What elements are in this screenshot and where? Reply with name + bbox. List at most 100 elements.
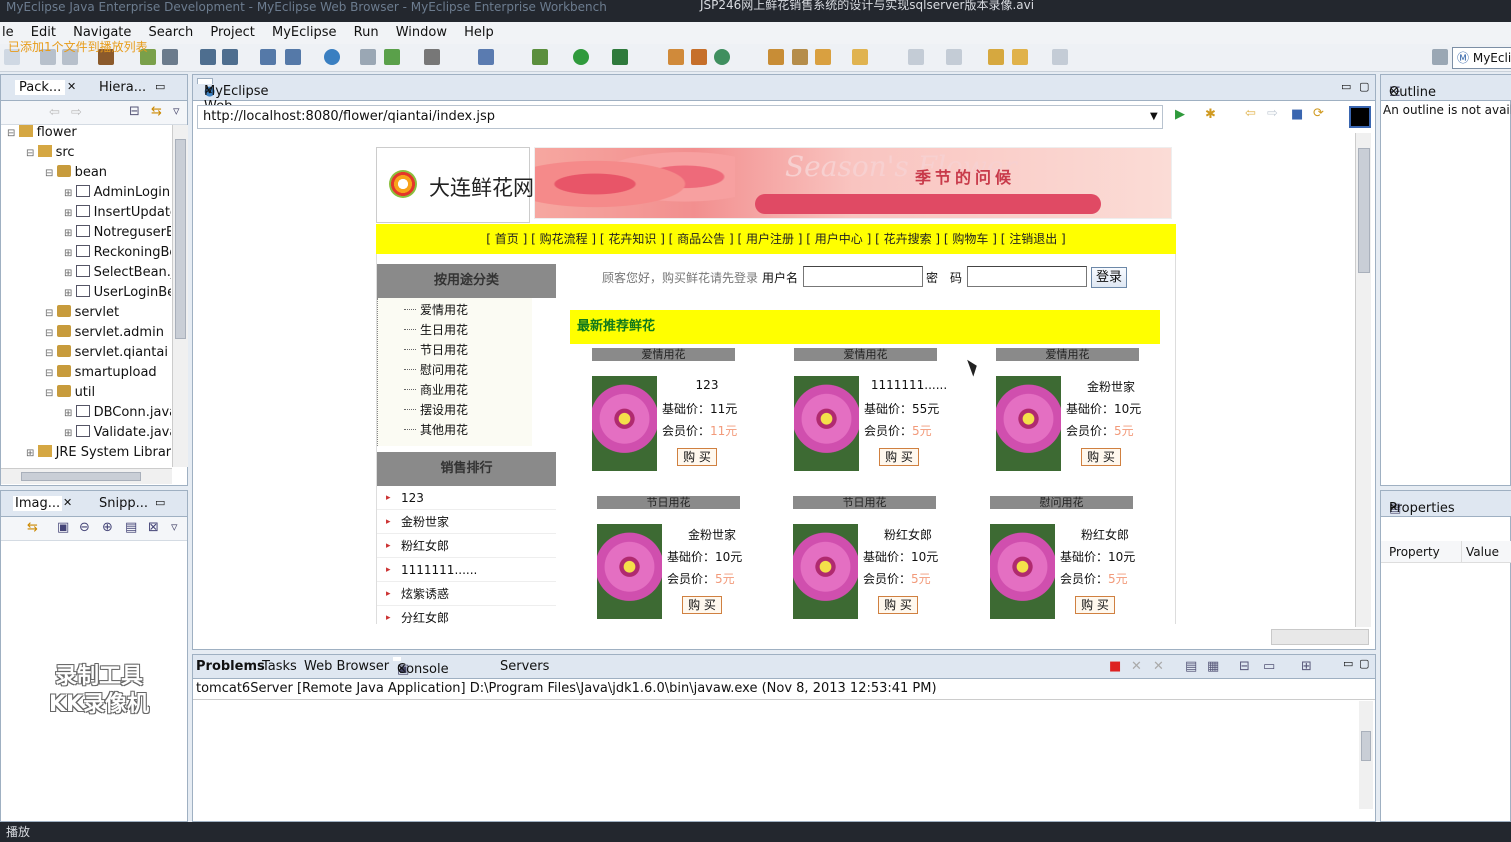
browser-settings-icon[interactable] <box>1349 106 1371 128</box>
expand-icon[interactable]: ⊞ <box>64 288 76 299</box>
run-external-icon[interactable] <box>612 49 628 65</box>
collapse-icon[interactable]: ⊟ <box>45 308 57 319</box>
collapse-icon[interactable]: ⊟ <box>45 328 57 339</box>
pin-console-icon[interactable]: ⊟ <box>1239 659 1250 674</box>
remove-launch-icon[interactable]: ✕ <box>1131 659 1142 674</box>
view-menu-icon[interactable]: ▿ <box>171 520 178 535</box>
collapse-all-icon[interactable]: ⊟ <box>129 104 140 119</box>
tree-item[interactable]: ⊞ ReckoningBe <box>64 245 171 265</box>
tree-scrollbar[interactable] <box>172 125 188 467</box>
go-icon[interactable]: ▶ <box>1175 107 1185 122</box>
forward-icon[interactable]: ⇨ <box>1267 106 1278 121</box>
scroll-lock-icon[interactable]: ▦ <box>1207 659 1219 674</box>
console-scroll-thumb[interactable] <box>1361 731 1371 761</box>
category-link[interactable]: 商业用花 <box>378 380 532 400</box>
collapse-icon[interactable]: ⊟ <box>45 388 57 399</box>
pencil-icon[interactable] <box>792 49 808 65</box>
browser-vscrollbar[interactable] <box>1355 133 1371 627</box>
expand-icon[interactable]: ⊞ <box>64 408 76 419</box>
refresh-icon[interactable] <box>714 49 730 65</box>
close-icon[interactable]: ✕ <box>63 496 72 509</box>
collapse-icon[interactable]: ⊟ <box>26 148 38 159</box>
product-name[interactable]: 粉红女郎 <box>863 526 953 543</box>
bug-icon[interactable] <box>532 49 548 65</box>
ranking-item[interactable]: 炫紫诱惑 <box>377 582 556 606</box>
tree-item[interactable]: ⊟ servlet <box>45 305 119 325</box>
tree-item[interactable]: ⊟ util <box>45 385 95 405</box>
close-icon[interactable]: ✕ <box>1389 501 1398 514</box>
prev-annotation-icon[interactable] <box>946 49 962 65</box>
build-icon[interactable] <box>200 49 216 65</box>
tree-item[interactable]: ⊟ src <box>26 145 75 165</box>
tab-servers[interactable]: Servers <box>500 659 549 674</box>
tab-problems[interactable]: Problems <box>196 659 265 674</box>
tree-item[interactable]: ⊞ NotreguserB <box>64 225 171 245</box>
expand-icon[interactable]: ⊞ <box>64 428 76 439</box>
category-link[interactable]: 节日用花 <box>378 340 532 360</box>
back-icon[interactable]: ⇦ <box>1245 106 1256 121</box>
close-icon[interactable]: ✕ <box>1389 85 1398 98</box>
view-menu-icon[interactable]: ▿ <box>173 104 180 119</box>
terminate-icon[interactable]: ■ <box>1109 659 1121 674</box>
tree-item[interactable]: ⊟ servlet.qiantai <box>45 345 168 365</box>
site-logo[interactable]: 大连鲜花网 <box>376 147 534 223</box>
tree-scroll-thumb[interactable] <box>175 139 186 339</box>
tree-item[interactable]: ⊞ InsertUpdate <box>64 205 171 225</box>
product-name[interactable]: 123 <box>662 378 752 392</box>
tree-item[interactable]: ⊞ UserLoginBe <box>64 285 171 305</box>
forward-icon[interactable] <box>1052 49 1068 65</box>
ranking-item[interactable]: 分红女郎 <box>377 606 556 624</box>
tree-item[interactable]: ⊟ servlet.admin <box>45 325 164 345</box>
forward-icon[interactable]: ⇨ <box>71 105 82 120</box>
product-name[interactable]: 金粉世家 <box>667 526 757 543</box>
next-annotation-icon[interactable] <box>908 49 924 65</box>
expand-icon[interactable]: ⊞ <box>64 268 76 279</box>
fit-icon[interactable]: ▣ <box>57 520 69 535</box>
minimize-icon[interactable]: ▭ <box>155 80 165 93</box>
ranking-item[interactable]: 粉红女郎 <box>377 534 556 558</box>
display-console-icon[interactable]: ▭ <box>1263 659 1275 674</box>
menu-search[interactable]: Search <box>149 22 194 40</box>
add-icon[interactable] <box>384 49 400 65</box>
minimize-icon[interactable]: ▭ <box>155 496 165 509</box>
zoom-in-icon[interactable]: ⊕ <box>102 520 113 535</box>
category-link[interactable]: 其他用花 <box>378 420 532 440</box>
new-class-icon[interactable] <box>668 49 684 65</box>
collapse-icon[interactable]: ⊟ <box>45 368 57 379</box>
web-project-icon[interactable] <box>260 49 276 65</box>
collapse-icon[interactable]: ⊞ <box>26 448 38 459</box>
buy-button[interactable]: 购 买 <box>1081 448 1121 466</box>
browser-hscrollbar[interactable] <box>1271 629 1369 645</box>
rotate-icon[interactable]: ⊠ <box>148 520 159 535</box>
flower-image[interactable] <box>793 524 858 619</box>
perspective-switcher[interactable]: Ⓜ MyEcli <box>1452 47 1511 69</box>
tab-package-explorer[interactable]: Pack... <box>15 80 66 95</box>
ranking-item[interactable]: 1111111...... <box>377 558 556 582</box>
favorites-icon[interactable]: ✱ <box>1205 107 1216 122</box>
tree-item[interactable]: ⊞ SelectBean.ja <box>64 265 171 285</box>
refresh-icon[interactable]: ⟳ <box>1313 106 1324 121</box>
password-input[interactable] <box>967 266 1087 287</box>
clear-console-icon[interactable]: ▤ <box>1185 659 1197 674</box>
username-input[interactable] <box>803 266 923 287</box>
category-link[interactable]: 爱情用花 <box>378 300 532 320</box>
collapse-icon[interactable]: ⊟ <box>7 128 19 139</box>
package-icon[interactable] <box>478 49 494 65</box>
tab-hierarchy[interactable]: Hiera... <box>99 80 146 95</box>
flower-image[interactable] <box>592 376 657 471</box>
back-icon[interactable]: ⇦ <box>49 105 60 120</box>
expand-icon[interactable]: ⊞ <box>64 248 76 259</box>
maximize-icon[interactable]: ▢ <box>1359 80 1369 93</box>
category-link[interactable]: 慰问用花 <box>378 360 532 380</box>
close-icon[interactable]: ✕ <box>397 662 406 675</box>
menu-window[interactable]: Window <box>396 22 447 40</box>
expand-icon[interactable]: ⊞ <box>64 188 76 199</box>
sync-icon[interactable]: ⇆ <box>27 520 38 535</box>
last-edit-icon[interactable] <box>988 49 1004 65</box>
site-nav[interactable]: [ 首页 ] [ 购花流程 ] [ 花卉知识 ] [ 商品公告 ] [ 用户注册… <box>376 224 1176 254</box>
minimize-icon[interactable]: ▭ <box>1343 657 1353 670</box>
chevron-down-icon[interactable]: ▼ <box>1150 106 1158 128</box>
link-editor-icon[interactable]: ⇆ <box>151 104 162 119</box>
ranking-item[interactable]: 金粉世家 <box>377 510 556 534</box>
tab-tasks[interactable]: Tasks <box>262 659 297 674</box>
